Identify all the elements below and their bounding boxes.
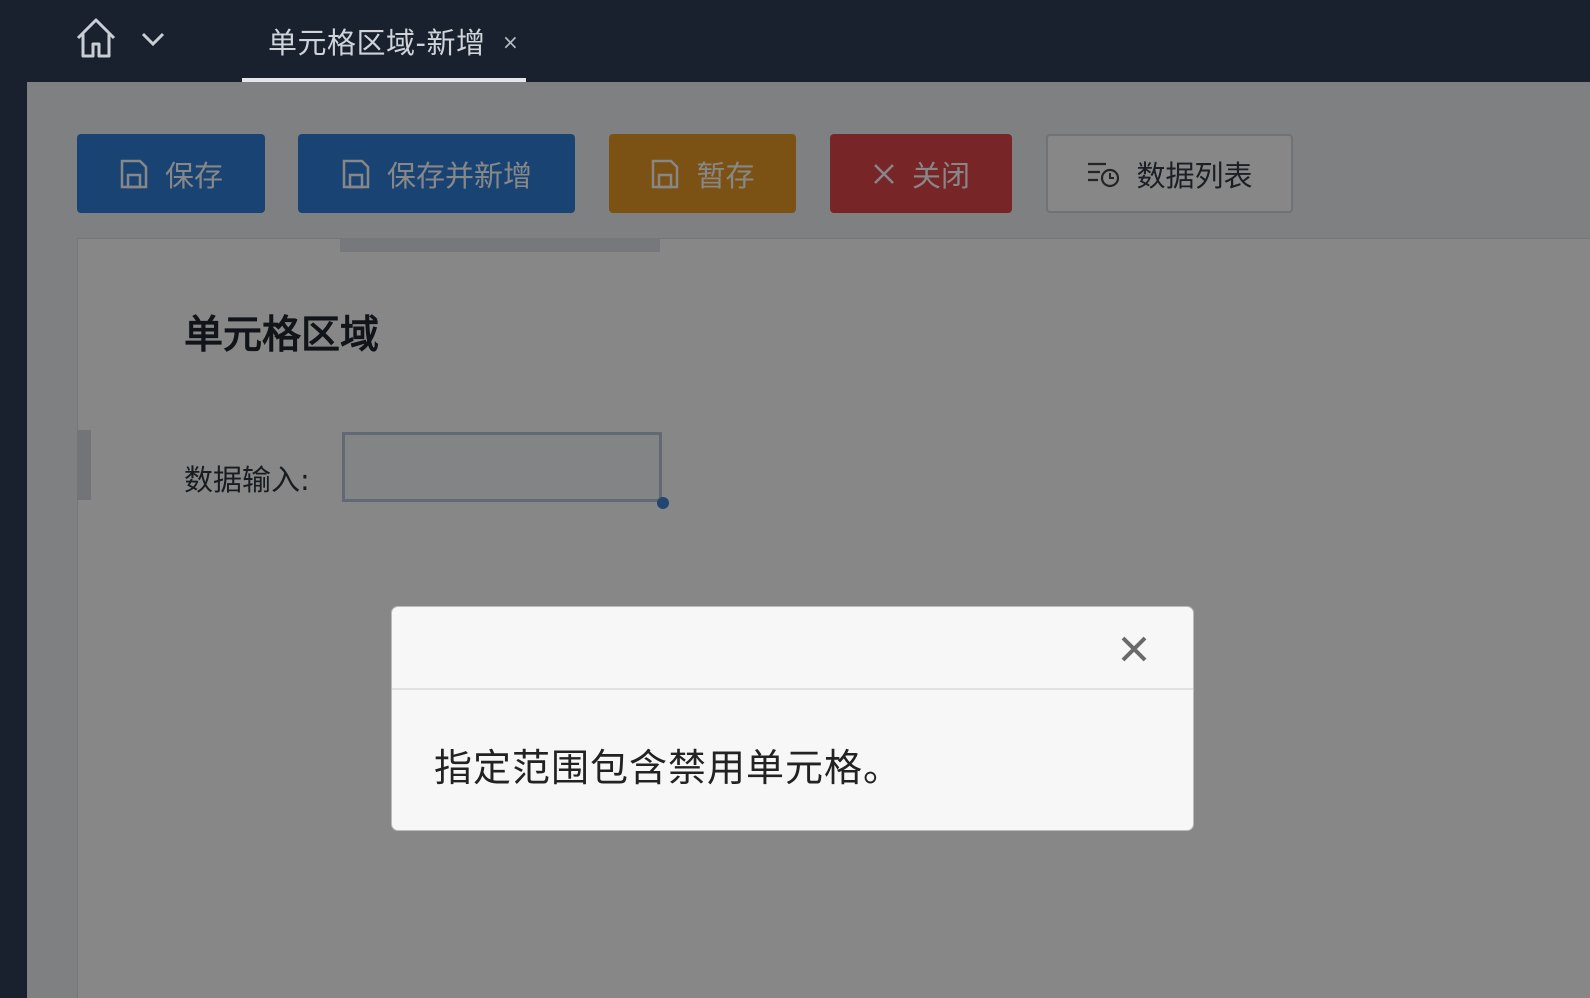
left-strip (0, 82, 27, 998)
tab-close-icon[interactable]: × (502, 30, 519, 54)
top-bar: 单元格区域-新增 × (0, 0, 1590, 82)
modal-overlay (27, 82, 1590, 998)
dialog-message: 指定范围包含禁用单元格。 (434, 746, 903, 790)
dialog-header (392, 607, 1193, 690)
home-icon[interactable] (74, 16, 118, 60)
tab-label: 单元格区域-新增 (268, 26, 486, 60)
close-icon[interactable] (1114, 629, 1154, 669)
tab-cell-range-new[interactable]: 单元格区域-新增 × (242, 0, 526, 82)
chevron-down-icon[interactable] (140, 28, 166, 50)
alert-dialog: 指定范围包含禁用单元格。 (391, 606, 1194, 831)
